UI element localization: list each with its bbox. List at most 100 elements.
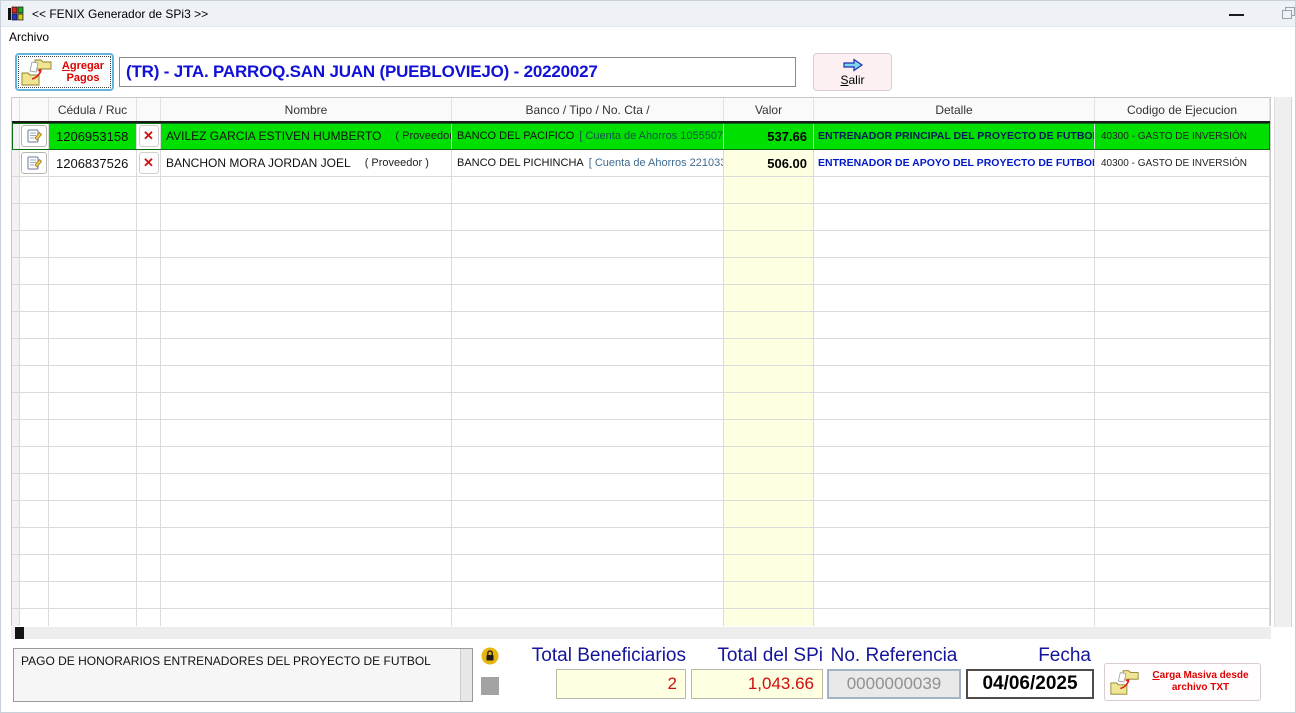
delete-row-button[interactable]: ✕ bbox=[138, 125, 159, 147]
minimize-button[interactable] bbox=[1229, 14, 1244, 16]
app-window: << FENIX Generador de SPi3 >> Archivo Ag… bbox=[0, 0, 1296, 713]
empty-cell bbox=[137, 501, 161, 527]
empty-cell bbox=[49, 393, 137, 419]
grid-row-empty bbox=[12, 447, 1270, 474]
salir-label: Salir bbox=[840, 73, 865, 87]
empty-cell bbox=[49, 177, 137, 203]
empty-cell bbox=[12, 177, 20, 203]
lock-icon[interactable] bbox=[481, 647, 499, 665]
empty-cell bbox=[12, 366, 20, 392]
total-beneficiarios-value: 2 bbox=[556, 669, 686, 699]
column-header-detalle[interactable]: Detalle bbox=[814, 98, 1095, 121]
menu-archivo[interactable]: Archivo bbox=[1, 28, 57, 47]
delete-cell: ✕ bbox=[137, 123, 161, 149]
empty-cell bbox=[814, 312, 1095, 338]
empty-cell bbox=[161, 582, 452, 608]
empty-cell bbox=[137, 420, 161, 446]
empty-cell bbox=[49, 285, 137, 311]
empty-cell bbox=[12, 204, 20, 230]
nombre-text: BANCHON MORA JORDAN JOEL bbox=[166, 156, 351, 170]
empty-cell bbox=[20, 474, 49, 500]
empty-cell bbox=[49, 609, 137, 626]
empty-cell bbox=[49, 582, 137, 608]
empty-cell bbox=[20, 420, 49, 446]
empty-cell bbox=[1095, 447, 1270, 473]
empty-cell bbox=[452, 204, 724, 230]
grid-row-empty bbox=[12, 501, 1270, 528]
empty-cell bbox=[452, 393, 724, 419]
cell-detalle: ENTRENADOR DE APOYO DEL PROYECTO DE FUTB… bbox=[814, 150, 1095, 176]
cell-cedula: 1206953158 bbox=[49, 123, 137, 149]
empty-cell bbox=[20, 501, 49, 527]
empty-cell bbox=[724, 555, 814, 581]
grid-row-empty bbox=[12, 555, 1270, 582]
empty-cell bbox=[724, 204, 814, 230]
empty-cell bbox=[49, 528, 137, 554]
empty-cell bbox=[161, 312, 452, 338]
empty-cell bbox=[1095, 258, 1270, 284]
empty-cell bbox=[814, 609, 1095, 626]
empty-cell bbox=[814, 420, 1095, 446]
grid-row[interactable]: 1206837526 ✕ BANCHON MORA JORDAN JOEL ( Pro… bbox=[12, 150, 1270, 177]
fecha-value[interactable]: 04/06/2025 bbox=[966, 669, 1094, 699]
empty-cell bbox=[161, 231, 452, 257]
empty-cell bbox=[452, 528, 724, 554]
tipo-text: ( Proveedor ) bbox=[364, 157, 429, 169]
empty-cell bbox=[137, 609, 161, 626]
empty-cell bbox=[452, 447, 724, 473]
restore-icon bbox=[1282, 10, 1292, 19]
empty-cell bbox=[12, 474, 20, 500]
carga-masiva-label: Carga Masiva desde archivo TXT bbox=[1152, 670, 1249, 693]
empty-cell bbox=[49, 447, 137, 473]
grid-row-empty bbox=[12, 339, 1270, 366]
empty-cell bbox=[724, 339, 814, 365]
delete-row-button[interactable]: ✕ bbox=[138, 152, 159, 174]
grid-row-empty bbox=[12, 285, 1270, 312]
empty-cell bbox=[1095, 555, 1270, 581]
agregar-pagos-button[interactable]: Agregar Pagos bbox=[15, 53, 114, 91]
scrollbar-thumb[interactable] bbox=[15, 627, 24, 639]
entity-field[interactable]: (TR) - JTA. PARROQ.SAN JUAN (PUEBLOVIEJO… bbox=[119, 57, 796, 87]
grid-row-empty bbox=[12, 528, 1270, 555]
empty-cell bbox=[452, 258, 724, 284]
carga-masiva-button[interactable]: Carga Masiva desde archivo TXT bbox=[1104, 663, 1261, 701]
app-icon bbox=[8, 6, 24, 20]
empty-cell bbox=[49, 474, 137, 500]
menu-bar: Archivo bbox=[1, 28, 1295, 47]
empty-cell bbox=[452, 285, 724, 311]
empty-cell bbox=[814, 474, 1095, 500]
salir-button[interactable]: Salir bbox=[813, 53, 892, 91]
edit-row-button[interactable] bbox=[21, 152, 47, 174]
row-indicator bbox=[12, 150, 20, 176]
grid-row[interactable]: 1206953158 ✕ AVILEZ GARCIA ESTIVEN HUMBERT… bbox=[12, 123, 1270, 150]
empty-cell bbox=[1095, 339, 1270, 365]
column-header-nombre[interactable]: Nombre bbox=[161, 98, 452, 121]
cell-nombre: AVILEZ GARCIA ESTIVEN HUMBERTO ( Proveedo… bbox=[161, 123, 452, 149]
maximize-restore-button[interactable] bbox=[1282, 7, 1295, 20]
column-header-valor[interactable]: Valor bbox=[724, 98, 814, 121]
descripcion-scrollbar[interactable] bbox=[460, 649, 472, 701]
column-header-codigo[interactable]: Codigo de Ejecucion bbox=[1095, 98, 1270, 121]
grid-row-empty bbox=[12, 312, 1270, 339]
edit-row-icon bbox=[27, 156, 42, 170]
row-indicator bbox=[12, 123, 20, 149]
column-header-blank[interactable] bbox=[137, 98, 161, 121]
empty-cell bbox=[20, 339, 49, 365]
empty-cell bbox=[1095, 582, 1270, 608]
column-header-blank[interactable] bbox=[20, 98, 49, 121]
cuenta-text: [ Cuenta de Ahorros 2210331269 ] bbox=[588, 157, 723, 169]
grid-horizontal-scrollbar[interactable] bbox=[11, 627, 1271, 639]
grid-vertical-scrollbar[interactable] bbox=[1274, 97, 1292, 627]
column-header-banco[interactable]: Banco / Tipo / No. Cta / bbox=[452, 98, 724, 121]
empty-cell bbox=[1095, 609, 1270, 626]
empty-cell bbox=[161, 528, 452, 554]
column-header-cedula[interactable]: Cédula / Ruc bbox=[49, 98, 137, 121]
empty-cell bbox=[12, 447, 20, 473]
empty-cell bbox=[452, 474, 724, 500]
empty-cell bbox=[20, 231, 49, 257]
grid-row-empty bbox=[12, 609, 1270, 626]
column-header-blank[interactable] bbox=[12, 98, 20, 121]
descripcion-textarea[interactable]: PAGO DE HONORARIOS ENTRENADORES DEL PROY… bbox=[13, 648, 473, 702]
edit-row-button[interactable] bbox=[21, 125, 47, 147]
grid-row-empty bbox=[12, 582, 1270, 609]
